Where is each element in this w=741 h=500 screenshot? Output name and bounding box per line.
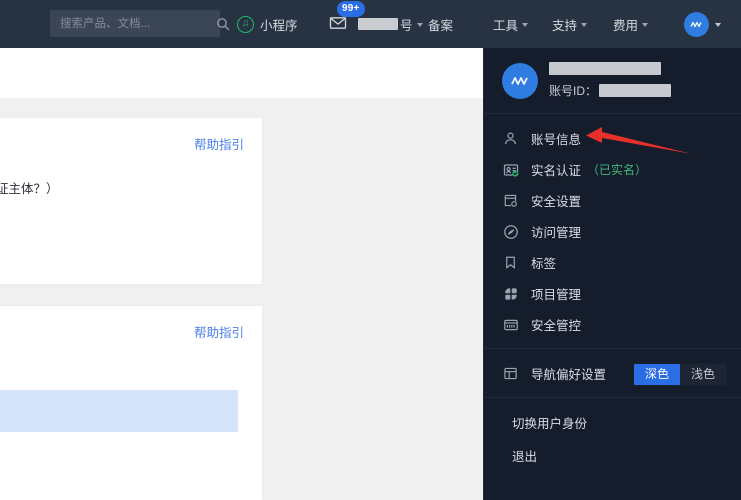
theme-toggle-group: 深色 浅色 bbox=[632, 363, 727, 386]
divider bbox=[484, 348, 741, 349]
divider bbox=[484, 397, 741, 398]
nav-item-tools[interactable]: 工具 bbox=[493, 0, 529, 48]
menu-item-label: 安全设置 bbox=[531, 195, 582, 209]
chevron-down-icon bbox=[522, 23, 529, 27]
mini-program-icon: ♫ bbox=[237, 15, 254, 33]
monitor-shield-icon bbox=[502, 316, 519, 333]
theme-option-light[interactable]: 浅色 bbox=[679, 364, 726, 385]
menu-item-label: 标签 bbox=[531, 257, 557, 271]
nav-account-number[interactable]: 号 bbox=[358, 0, 423, 48]
nav-mini-program-label: 小程序 bbox=[260, 18, 298, 33]
redacted-username bbox=[549, 62, 661, 75]
help-guide-link[interactable]: 帮助指引 bbox=[194, 322, 244, 341]
menu-item-label: 访问管理 bbox=[531, 226, 582, 240]
nav-item-beian-label: 备案 bbox=[428, 18, 454, 33]
search-input[interactable] bbox=[58, 16, 216, 31]
top-navigation-bar: ♫ 小程序 99+ 号 备案 工具 支持 费用 bbox=[0, 0, 741, 48]
lock-settings-icon bbox=[502, 192, 519, 209]
real-name-status-tag: （已实名） bbox=[587, 163, 648, 177]
bookmark-icon bbox=[502, 254, 519, 271]
nav-item-support[interactable]: 支持 bbox=[552, 0, 588, 48]
menu-item-security-control[interactable]: 安全管控 bbox=[484, 309, 741, 340]
page-breadcrumb-band bbox=[0, 48, 483, 98]
id-card-verified-icon bbox=[502, 161, 519, 178]
search-icon[interactable] bbox=[216, 17, 230, 31]
dropdown-menu-list: 账号信息 实名认证 （已实名） 安全设置 访问管理 标签 项目管理 安全管控 bbox=[484, 114, 741, 340]
card-1-clipped-text: 证主体？） bbox=[0, 182, 59, 196]
content-card-1: 帮助指引 证主体？） bbox=[0, 118, 262, 284]
user-icon bbox=[502, 130, 519, 147]
redacted-account-id bbox=[599, 84, 672, 97]
account-id-label: 账号ID： bbox=[549, 84, 598, 98]
search-box[interactable] bbox=[50, 10, 230, 37]
avatar[interactable] bbox=[684, 11, 709, 37]
chevron-down-icon bbox=[581, 23, 588, 27]
nav-item-beian[interactable]: 备案 bbox=[428, 0, 453, 48]
dropdown-username bbox=[549, 62, 671, 75]
nav-preference-label: 导航偏好设置 bbox=[531, 367, 607, 382]
nav-account-number-label: 号 bbox=[400, 18, 413, 33]
nav-preference-row: 导航偏好设置 深色 浅色 bbox=[484, 357, 741, 389]
menu-item-project-management[interactable]: 项目管理 bbox=[484, 278, 741, 309]
menu-item-access-management[interactable]: 访问管理 bbox=[484, 216, 741, 247]
access-control-icon bbox=[502, 223, 519, 240]
chevron-down-icon bbox=[715, 23, 721, 27]
menu-item-label: 项目管理 bbox=[531, 288, 582, 302]
menu-item-label: 实名认证 bbox=[531, 164, 582, 178]
menu-item-real-name-auth[interactable]: 实名认证 （已实名） bbox=[484, 154, 741, 185]
menu-item-security-settings[interactable]: 安全设置 bbox=[484, 185, 741, 216]
chevron-down-icon bbox=[642, 23, 649, 27]
nav-item-billing[interactable]: 费用 bbox=[613, 0, 649, 48]
avatar bbox=[502, 62, 538, 99]
help-guide-link[interactable]: 帮助指引 bbox=[194, 134, 244, 153]
dropdown-user-header: 账号ID： bbox=[484, 48, 741, 114]
menu-item-label: 账号信息 bbox=[531, 133, 582, 147]
nav-avatar-menu[interactable] bbox=[684, 0, 721, 48]
menu-item-label: 安全管控 bbox=[531, 319, 582, 333]
redacted-account-text bbox=[358, 18, 398, 30]
menu-item-label: 退出 bbox=[512, 450, 538, 464]
nav-mail[interactable]: 99+ bbox=[329, 0, 365, 48]
nav-item-tools-label: 工具 bbox=[493, 18, 519, 33]
menu-item-account-info[interactable]: 账号信息 bbox=[484, 123, 741, 154]
nav-item-support-label: 支持 bbox=[552, 18, 578, 33]
content-card-2: 帮助指引 bbox=[0, 306, 262, 500]
menu-item-switch-identity[interactable]: 切换用户身份 bbox=[484, 406, 741, 439]
mail-icon[interactable]: 99+ bbox=[329, 1, 365, 34]
menu-item-logout[interactable]: 退出 bbox=[484, 439, 741, 472]
chevron-down-icon bbox=[416, 23, 423, 27]
highlighted-row bbox=[0, 390, 238, 432]
theme-option-dark[interactable]: 深色 bbox=[633, 364, 680, 385]
nav-item-billing-label: 费用 bbox=[613, 18, 639, 33]
dropdown-account-id: 账号ID： bbox=[549, 82, 672, 99]
account-dropdown-panel: 账号ID： 账号信息 实名认证 （已实名） 安全设置 访问管理 标签 项目管理 … bbox=[483, 48, 741, 500]
menu-item-label: 切换用户身份 bbox=[512, 417, 588, 431]
nav-mini-program[interactable]: ♫ 小程序 bbox=[237, 0, 298, 48]
layout-icon bbox=[502, 365, 519, 382]
page-gap bbox=[0, 98, 483, 118]
menu-item-tags[interactable]: 标签 bbox=[484, 247, 741, 278]
project-grid-icon bbox=[502, 285, 519, 302]
